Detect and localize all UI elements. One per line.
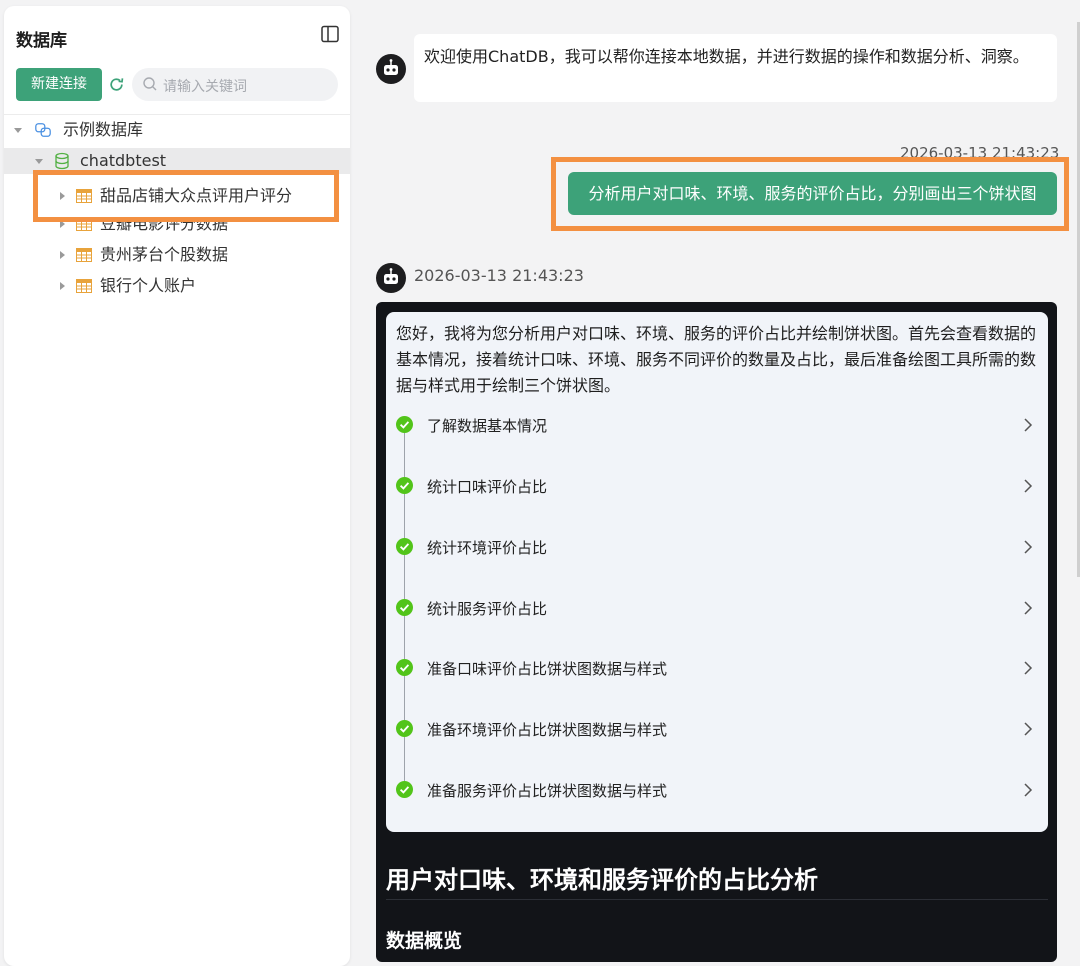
chevron-right-icon[interactable]	[1022, 782, 1034, 798]
sidebar-toggle-icon[interactable]	[320, 24, 340, 44]
search-input[interactable]: 请输入关键词	[132, 68, 338, 101]
plan-step-label: 统计口味评价占比	[427, 478, 548, 496]
chevron-right-icon[interactable]	[1022, 478, 1034, 494]
table-icon	[76, 189, 92, 203]
check-circle-icon	[396, 477, 413, 494]
database-sidebar: 数据库 新建连接 请输入关键词 示例数据库 chatdbtest 豆瓣电影评分数…	[4, 6, 350, 966]
tree-divider	[4, 114, 350, 115]
plan-step[interactable]: 统计口味评价占比	[386, 472, 1048, 502]
plan-step[interactable]: 准备服务评价占比饼状图数据与样式	[386, 776, 1048, 806]
plan-intro: 您好，我将为您分析用户对口味、环境、服务的评价占比并绘制饼状图。首先会查看数据的…	[396, 324, 1037, 395]
database-icon	[55, 152, 69, 170]
plan-step-label: 准备口味评价占比饼状图数据与样式	[427, 660, 668, 678]
tree-item-table[interactable]: 银行个人账户	[4, 273, 350, 299]
plan-step-label: 统计服务评价占比	[427, 600, 548, 618]
check-circle-icon	[396, 416, 413, 433]
table-label: 银行个人账户	[100, 276, 197, 295]
robot-icon	[376, 54, 406, 84]
tree-root-label: 示例数据库	[63, 120, 144, 139]
chevron-right-icon[interactable]	[1022, 417, 1034, 433]
search-placeholder: 请输入关键词	[163, 79, 247, 95]
table-label: 甜品店铺大众点评用户评分	[100, 186, 293, 205]
check-circle-icon	[396, 781, 413, 798]
welcome-message-bubble: 欢迎使用ChatDB，我可以帮你连接本地数据，并进行数据的操作和数据分析、洞察。	[414, 34, 1057, 102]
table-icon	[76, 279, 92, 293]
report-divider	[386, 899, 1048, 900]
check-circle-icon	[396, 538, 413, 555]
caret-right-icon[interactable]	[60, 282, 65, 290]
report-title: 用户对口味、环境和服务评价的占比分析	[386, 866, 818, 894]
analysis-plan-card: 您好，我将为您分析用户对口味、环境、服务的评价占比并绘制饼状图。首先会查看数据的…	[386, 312, 1048, 832]
plan-step-label: 准备环境评价占比饼状图数据与样式	[427, 721, 668, 739]
plan-step-label: 统计环境评价占比	[427, 539, 548, 557]
caret-right-icon[interactable]	[60, 192, 65, 200]
new-connection-button[interactable]: 新建连接	[16, 68, 102, 101]
search-icon	[143, 77, 157, 91]
check-circle-icon	[396, 599, 413, 616]
caret-right-icon[interactable]	[60, 251, 65, 259]
highlighted-table-frame: 甜品店铺大众点评用户评分	[33, 170, 339, 222]
caret-down-icon[interactable]	[35, 159, 43, 164]
check-circle-icon	[396, 659, 413, 676]
refresh-icon[interactable]	[108, 76, 125, 93]
chevron-right-icon[interactable]	[1022, 600, 1034, 616]
plan-step[interactable]: 统计环境评价占比	[386, 533, 1048, 563]
tree-item-table[interactable]: 贵州茅台个股数据	[4, 242, 350, 268]
caret-down-icon[interactable]	[14, 128, 22, 133]
chevron-right-icon[interactable]	[1022, 539, 1034, 555]
report-section-heading: 数据概览	[386, 930, 463, 952]
tree-item-table-selected[interactable]: 甜品店铺大众点评用户评分	[38, 183, 334, 209]
plan-step[interactable]: 了解数据基本情况	[386, 411, 1048, 441]
plan-step[interactable]: 准备口味评价占比饼状图数据与样式	[386, 654, 1048, 684]
user-message-bubble: 分析用户对口味、环境、服务的评价占比，分别画出三个饼状图	[568, 172, 1057, 215]
chevron-right-icon[interactable]	[1022, 721, 1034, 737]
plan-step[interactable]: 准备环境评价占比饼状图数据与样式	[386, 715, 1048, 745]
check-circle-icon	[396, 720, 413, 737]
sidebar-title: 数据库	[16, 31, 67, 51]
database-link-icon	[35, 123, 51, 137]
welcome-message: 欢迎使用ChatDB，我可以帮你连接本地数据，并进行数据的操作和数据分析、洞察。	[424, 47, 1029, 66]
robot-icon	[376, 263, 406, 293]
bot-message-time: 2026-03-13 21:43:23	[414, 266, 584, 285]
plan-step-label: 了解数据基本情况	[427, 417, 548, 435]
tree-item-root[interactable]: 示例数据库	[4, 117, 350, 143]
plan-step[interactable]: 统计服务评价占比	[386, 594, 1048, 624]
plan-step-label: 准备服务评价占比饼状图数据与样式	[427, 782, 668, 800]
table-label: 贵州茅台个股数据	[100, 245, 229, 264]
chevron-right-icon[interactable]	[1022, 660, 1034, 676]
table-icon	[76, 248, 92, 262]
